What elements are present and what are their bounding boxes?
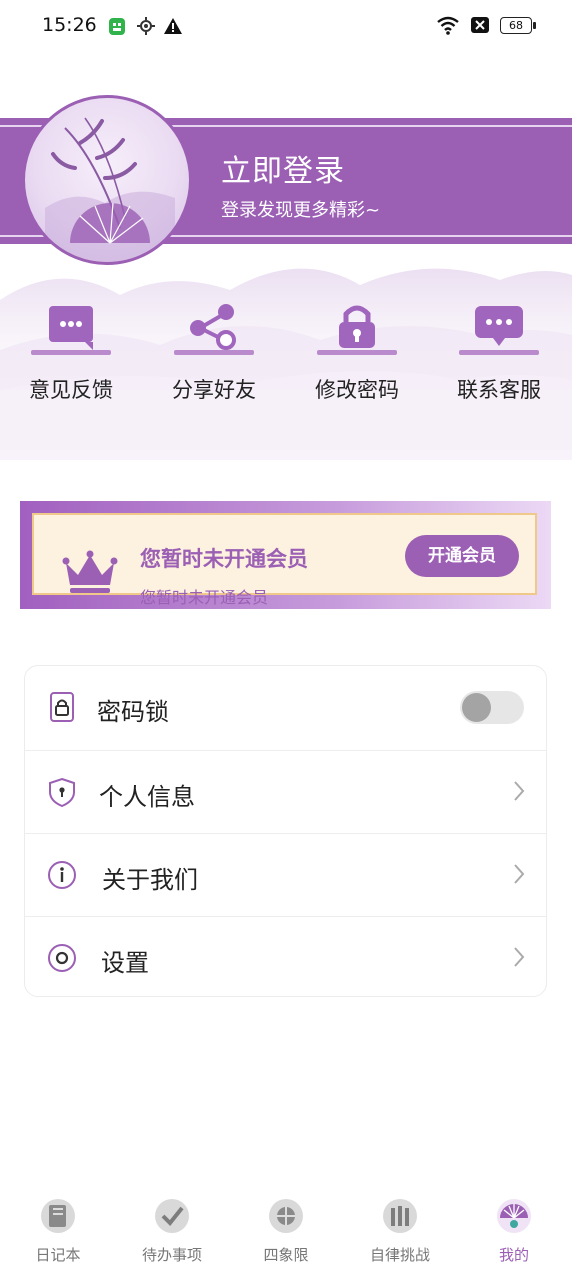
crown-icon bbox=[62, 550, 118, 593]
diary-book-icon bbox=[41, 1199, 75, 1233]
settings-row-label: 设置 bbox=[101, 949, 149, 977]
quick-action-change-password[interactable]: 修改密码 bbox=[302, 300, 412, 404]
quick-action-contact-service[interactable]: 联系客服 bbox=[444, 300, 554, 404]
settings-row-settings[interactable]: 设置 bbox=[25, 917, 546, 1000]
feedback-chat-icon bbox=[31, 306, 111, 355]
settings-row-label: 关于我们 bbox=[102, 866, 198, 894]
settings-list: 密码锁 个人信息 关于我们 设置 bbox=[24, 665, 547, 997]
chevron-right-icon bbox=[514, 947, 525, 967]
settings-row-label: 密码锁 bbox=[97, 698, 169, 726]
padlock-icon bbox=[50, 692, 74, 722]
tab-label: 自律挑战 bbox=[369, 1246, 430, 1264]
tab-label: 我的 bbox=[498, 1246, 529, 1264]
tab-label: 四象限 bbox=[263, 1246, 309, 1264]
status-bar: 15:26 68 bbox=[0, 0, 572, 52]
chevron-right-icon bbox=[514, 864, 525, 884]
warning-icon bbox=[164, 18, 182, 34]
customer-service-chat-icon bbox=[459, 306, 539, 355]
lock-icon bbox=[317, 305, 397, 355]
settings-circle-icon bbox=[48, 944, 76, 972]
location-target-icon bbox=[137, 17, 155, 35]
tab-todo[interactable]: 待办事项 bbox=[122, 1198, 222, 1265]
tab-quadrant[interactable]: 四象限 bbox=[236, 1198, 336, 1265]
tab-mine[interactable]: 我的 bbox=[464, 1198, 564, 1265]
login-title[interactable]: 立即登录 bbox=[221, 146, 345, 190]
vip-subtitle: 您暂时未开通会员 bbox=[140, 588, 269, 607]
quick-action-share[interactable]: 分享好友 bbox=[159, 300, 269, 404]
quick-action-label: 联系客服 bbox=[457, 378, 541, 402]
settings-row-personal-info[interactable]: 个人信息 bbox=[25, 751, 546, 834]
vip-title: 您暂时未开通会员 bbox=[140, 547, 308, 571]
password-lock-toggle[interactable] bbox=[460, 691, 524, 724]
login-subtitle: 登录发现更多精彩~ bbox=[221, 200, 381, 221]
settings-row-label: 个人信息 bbox=[99, 783, 195, 811]
mine-profile-icon bbox=[497, 1199, 531, 1233]
bottom-tab-bar: 日记本 待办事项 四象限 自律挑战 我的 bbox=[0, 1190, 572, 1280]
share-icon bbox=[174, 304, 254, 355]
shield-keyhole-icon bbox=[49, 777, 75, 807]
open-vip-button[interactable]: 开通会员 bbox=[405, 535, 519, 577]
quick-action-feedback[interactable]: 意见反馈 bbox=[16, 300, 126, 404]
chevron-right-icon bbox=[514, 781, 525, 801]
app-notification-icon bbox=[109, 18, 125, 35]
quick-action-label: 分享好友 bbox=[172, 378, 256, 402]
info-icon bbox=[48, 861, 76, 889]
wifi-icon bbox=[437, 16, 459, 35]
vip-card: 您暂时未开通会员 您暂时未开通会员 开通会员 bbox=[20, 501, 551, 609]
quick-action-label: 修改密码 bbox=[315, 378, 399, 402]
tab-label: 日记本 bbox=[35, 1246, 81, 1264]
settings-row-about-us[interactable]: 关于我们 bbox=[25, 834, 546, 917]
settings-row-password-lock: 密码锁 bbox=[25, 666, 546, 749]
battery-level: 68 bbox=[509, 18, 523, 32]
tab-label: 待办事项 bbox=[141, 1246, 202, 1264]
avatar[interactable] bbox=[22, 95, 192, 265]
quadrant-icon bbox=[269, 1199, 303, 1233]
quick-action-label: 意见反馈 bbox=[29, 378, 113, 402]
bamboo-fan-illustration bbox=[45, 117, 175, 262]
tab-challenge[interactable]: 自律挑战 bbox=[350, 1198, 450, 1265]
toggle-knob bbox=[462, 693, 491, 722]
battery-icon: 68 bbox=[500, 16, 536, 34]
no-sim-icon bbox=[471, 17, 489, 33]
challenge-gate-icon bbox=[383, 1199, 417, 1233]
status-time: 15:26 bbox=[42, 14, 97, 36]
tab-diary[interactable]: 日记本 bbox=[8, 1198, 108, 1265]
todo-check-icon bbox=[155, 1199, 189, 1233]
